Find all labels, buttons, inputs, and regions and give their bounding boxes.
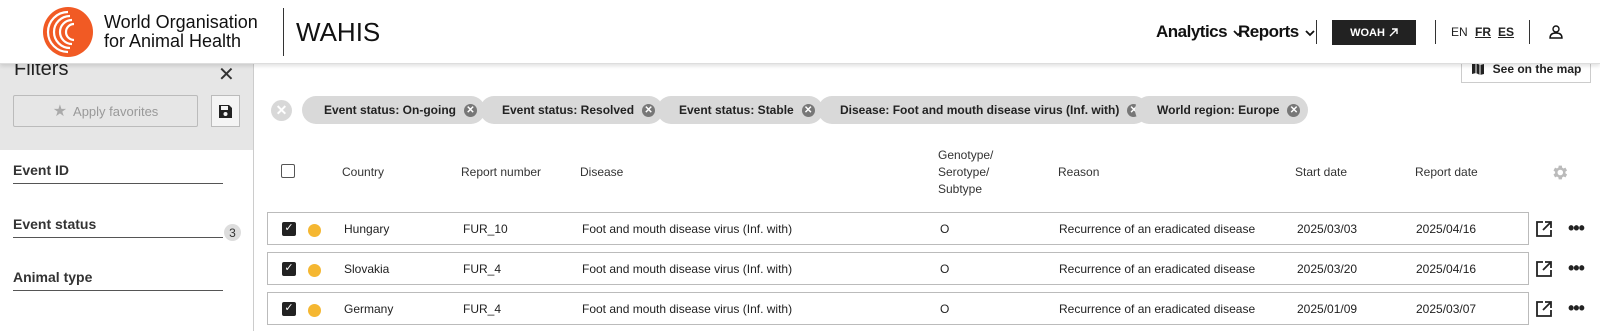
top-header: World Organisation for Animal Health WAH…: [0, 0, 1600, 64]
column-header-country[interactable]: Country: [342, 165, 384, 179]
lang-en[interactable]: EN: [1451, 25, 1468, 39]
table-settings-gear-icon[interactable]: [1550, 163, 1569, 182]
cell-country: Germany: [344, 302, 394, 316]
cell-start-date: 2025/01/09: [1297, 302, 1358, 316]
nav-reports-label: Reports: [1238, 22, 1299, 41]
nav-analytics-label: Analytics: [1156, 22, 1228, 41]
lang-fr[interactable]: FR: [1475, 25, 1491, 39]
cell-disease: Foot and mouth disease virus (Inf. with): [582, 302, 793, 316]
cell-reason: Recurrence of an eradicated disease: [1059, 302, 1256, 316]
open-external-icon[interactable]: [1535, 300, 1553, 318]
apply-favorites-button[interactable]: ★ Apply favorites: [13, 95, 198, 127]
woah-logo-icon[interactable]: [42, 6, 94, 58]
more-options-icon[interactable]: •••: [1568, 218, 1585, 239]
cell-country: Slovakia: [344, 262, 390, 276]
org-name: World Organisation for Animal Health: [104, 13, 258, 51]
cell-report-number[interactable]: FUR_4: [463, 302, 501, 316]
save-icon: [219, 104, 232, 118]
row-checkbox[interactable]: ✓: [282, 302, 296, 316]
filter-chip[interactable]: Disease: Foot and mouth disease virus (I…: [818, 96, 1149, 124]
org-name-line1: World Organisation: [104, 12, 258, 32]
column-header-genotype-line1: Genotype/: [938, 148, 994, 162]
clear-all-filters-icon[interactable]: ✕: [271, 100, 292, 121]
filter-chip-label: Event status: Resolved: [502, 103, 635, 117]
filters-sidebar-top: Filters ✕ ★ Apply favorites: [0, 58, 253, 150]
star-icon: ★: [52, 103, 68, 120]
woah-button-label: WOAH: [1350, 26, 1385, 39]
status-dot: [308, 304, 321, 317]
open-external-icon[interactable]: [1535, 260, 1553, 278]
filter-chip[interactable]: World region: Europe ✕: [1135, 96, 1309, 124]
remove-chip-icon[interactable]: ✕: [1287, 103, 1301, 117]
table-row[interactable]: ✓ Germany FUR_4 Foot and mouth disease v…: [267, 292, 1529, 325]
header-divider: [1316, 20, 1317, 44]
external-arrow-icon: [1389, 28, 1398, 37]
column-header-genotype-line3: Subtype: [938, 182, 983, 196]
cell-reason: Recurrence of an eradicated disease: [1059, 262, 1256, 276]
org-name-line2: for Animal Health: [104, 31, 242, 51]
cell-report-date: 2025/04/16: [1416, 262, 1477, 276]
status-dot: [308, 264, 321, 277]
filter-chip-label: Event status: Stable: [679, 103, 794, 117]
filters-sidebar: Filters ✕ ★ Apply favorites Event ID Eve…: [0, 58, 254, 331]
remove-chip-icon[interactable]: ✕: [801, 103, 815, 117]
user-icon[interactable]: [1548, 24, 1564, 40]
event-status-count-badge: 3: [224, 224, 241, 241]
select-all-checkbox[interactable]: [281, 164, 295, 178]
apply-favorites-label: Apply favorites: [73, 103, 159, 119]
filter-chip[interactable]: Event status: Stable ✕: [657, 96, 823, 124]
cell-disease: Foot and mouth disease virus (Inf. with): [582, 222, 793, 236]
cell-report-number[interactable]: FUR_4: [463, 262, 501, 276]
column-header-genotype-line2: Serotype/: [938, 165, 990, 179]
cell-report-number[interactable]: FUR_10: [463, 222, 508, 236]
cell-country: Hungary: [344, 222, 390, 236]
row-checkbox[interactable]: ✓: [282, 262, 296, 276]
nav-analytics[interactable]: Analytics: [1156, 22, 1243, 42]
app-title[interactable]: WAHIS: [296, 17, 380, 48]
open-external-icon[interactable]: [1535, 220, 1553, 238]
filter-event-id[interactable]: Event ID: [13, 162, 223, 184]
remove-chip-icon[interactable]: ✕: [642, 103, 656, 117]
filter-animal-type[interactable]: Animal type: [13, 269, 223, 291]
cell-start-date: 2025/03/20: [1297, 262, 1358, 276]
column-header-report-date[interactable]: Report date: [1415, 165, 1478, 179]
filter-event-status[interactable]: Event status: [13, 216, 223, 238]
column-header-report-number[interactable]: Report number: [461, 165, 541, 179]
status-dot: [308, 224, 321, 237]
table-row[interactable]: ✓ Hungary FUR_10 Foot and mouth disease …: [267, 212, 1529, 245]
lang-es[interactable]: ES: [1498, 25, 1514, 39]
more-options-icon[interactable]: •••: [1568, 298, 1585, 319]
header-divider: [1529, 20, 1530, 44]
save-favorites-button[interactable]: [211, 95, 240, 127]
close-icon[interactable]: ✕: [218, 62, 235, 87]
nav-reports[interactable]: Reports: [1238, 22, 1315, 42]
chevron-down-icon: [1305, 30, 1315, 37]
woah-button[interactable]: WOAH: [1332, 20, 1416, 45]
filter-chip-label: World region: Europe: [1157, 103, 1280, 117]
filter-chip-label: Disease: Foot and mouth disease virus (I…: [840, 103, 1120, 117]
filter-chip-label: Event status: On-going: [324, 103, 456, 117]
cell-report-date: 2025/03/07: [1416, 302, 1477, 316]
cell-report-date: 2025/04/16: [1416, 222, 1477, 236]
filter-chip[interactable]: Event status: On-going ✕: [302, 96, 485, 124]
column-header-disease[interactable]: Disease: [580, 165, 623, 179]
cell-start-date: 2025/03/03: [1297, 222, 1358, 236]
column-header-start-date[interactable]: Start date: [1295, 165, 1347, 179]
header-divider: [283, 8, 284, 56]
cell-genotype: O: [940, 222, 950, 236]
column-header-genotype[interactable]: Genotype/ Serotype/ Subtype: [938, 147, 993, 198]
column-header-reason[interactable]: Reason: [1058, 165, 1099, 179]
cell-genotype: O: [940, 302, 950, 316]
cell-genotype: O: [940, 262, 950, 276]
remove-chip-icon[interactable]: ✕: [464, 103, 477, 117]
cell-reason: Recurrence of an eradicated disease: [1059, 222, 1256, 236]
row-checkbox[interactable]: ✓: [282, 222, 296, 236]
header-divider: [1435, 20, 1436, 44]
cell-disease: Foot and mouth disease virus (Inf. with): [582, 262, 793, 276]
filter-chip[interactable]: Event status: Resolved ✕: [480, 96, 664, 124]
more-options-icon[interactable]: •••: [1568, 258, 1585, 279]
table-row[interactable]: ✓ Slovakia FUR_4 Foot and mouth disease …: [267, 252, 1529, 285]
